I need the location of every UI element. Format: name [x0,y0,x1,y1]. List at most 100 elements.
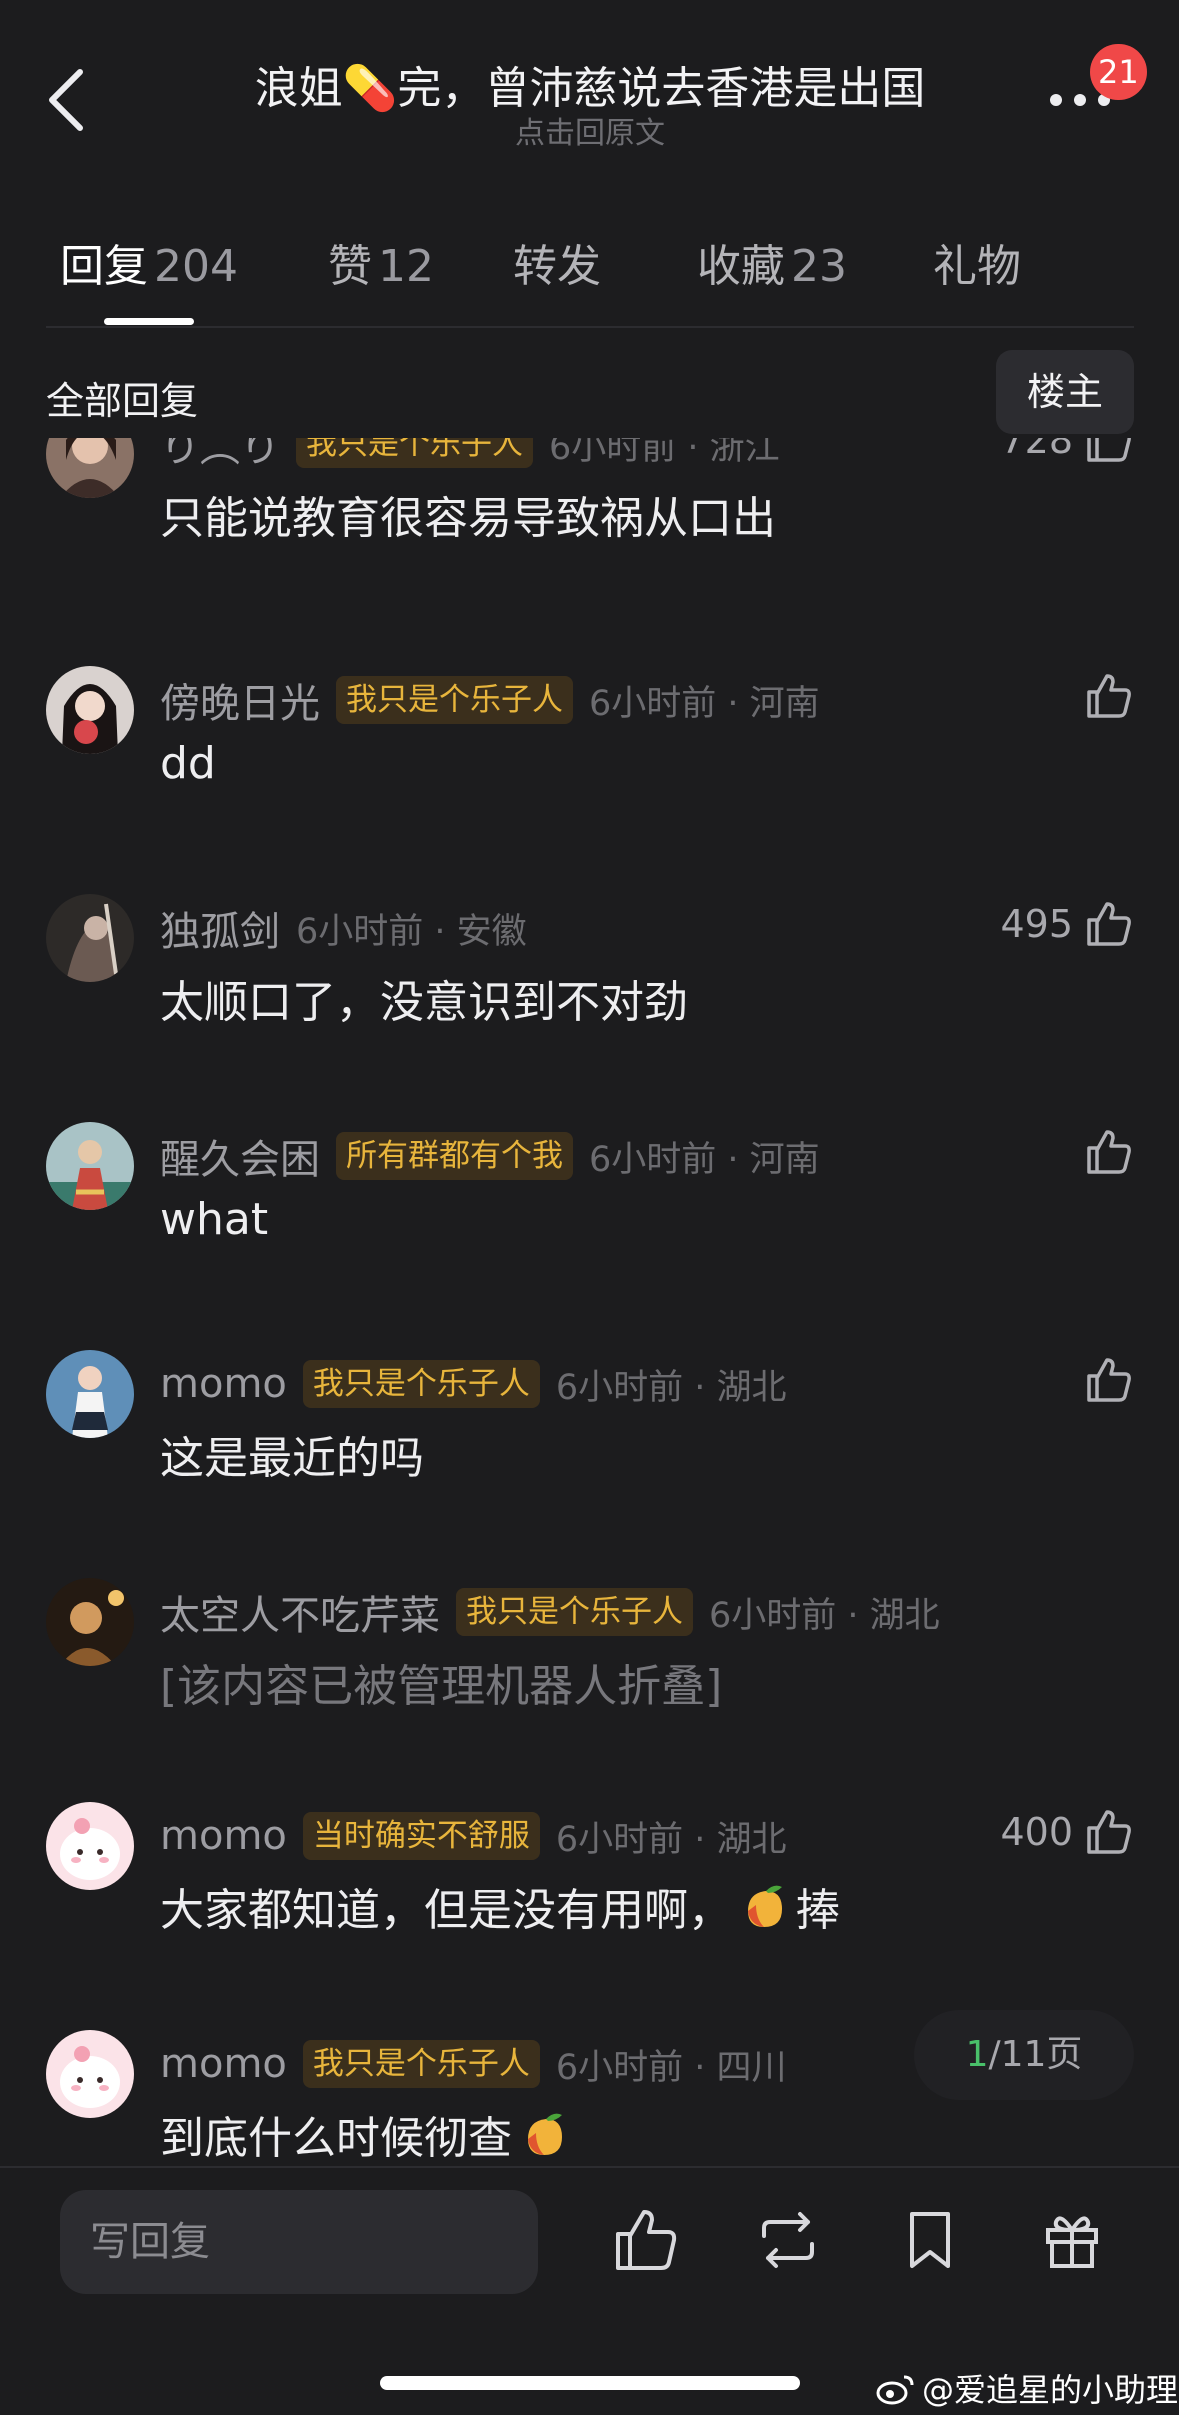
tab-bar: 回复 204 赞 12 转发 收藏 23 礼物 [0,222,1179,326]
thumbs-up-icon [1087,674,1131,718]
comment-item[interactable]: 独孤剑 6小时前 · 安徽 太顺口了，没意识到不对劲 495 [0,894,1179,1122]
thumbs-up-icon [1087,1358,1131,1402]
comment-meta: momo 当时确实不舒服 6小时前 · 湖北 [160,1808,787,1864]
thumbs-up-icon [1087,902,1131,946]
thumbs-up-icon [1087,1810,1131,1854]
comment-meta: 醒久会困 所有群都有个我 6小时前 · 河南 [160,1128,820,1184]
back-button[interactable] [40,60,100,140]
comment-text: what [160,1194,269,1245]
comment-time: 6小时前 · 湖北 [709,1595,940,1636]
mango-emoji-icon [528,2113,562,2155]
tab-replies[interactable]: 回复 204 [60,230,238,294]
thumbs-up-icon [1087,438,1131,462]
like-button[interactable] [1083,1350,1135,1410]
comment-item[interactable]: momo 当时确实不舒服 6小时前 · 湖北 大家都知道，但是没有用啊， 捧 40… [0,1802,1179,2030]
comment-list[interactable]: り︵り 我只是个乐子人 6小时前 · 浙江 只能说教育很容易导致祸从口出 728… [0,438,1179,2168]
top-nav-bar: 浪姐💊完，曾沛慈说去香港是出国 点击回原文 21 [0,0,1179,200]
repost-icon[interactable] [752,2204,824,2276]
comment-text: 太顺口了，没意识到不对劲 [160,977,688,1028]
comment-text-body: 到底什么时候彻查 [160,2113,512,2164]
user-badge: 我只是个乐子人 [302,2040,540,2088]
thumbs-up-icon[interactable] [610,2204,682,2276]
watermark: @爱追星的小助理 [876,2365,1178,2411]
folded-comment-notice[interactable]: [该内容已被管理机器人折叠] [160,1650,722,1714]
reply-input[interactable]: 写回复 [60,2190,538,2294]
active-tab-indicator [104,318,194,325]
tab-likes[interactable]: 赞 12 [328,230,434,294]
username[interactable]: momo [160,1813,287,1859]
user-badge: 当时确实不舒服 [302,1812,540,1860]
watermark-text: @爱追星的小助理 [922,2371,1179,2409]
comment-text: 到底什么时候彻查 [160,2102,576,2166]
avatar[interactable] [46,1802,134,1890]
comment-meta: momo 我只是个乐子人 6小时前 · 四川 [160,2036,787,2092]
tab-reposts[interactable]: 转发 [513,230,601,294]
like-button[interactable]: 400 [1000,1802,1135,1862]
username[interactable]: momo [160,2041,287,2087]
post-title[interactable]: 浪姐💊完，曾沛慈说去香港是出国 [150,52,1030,116]
avatar[interactable] [46,438,134,498]
back-to-original-link[interactable]: 点击回原文 [150,108,1030,152]
user-badge: 我只是个乐子人 [456,1588,693,1636]
avatar[interactable] [46,1578,134,1666]
like-count: 495 [1000,902,1073,946]
notification-badge: 21 [1090,44,1147,100]
comment-text-suffix: 捧 [796,1885,840,1936]
page-indicator[interactable]: 1/11页 [914,2010,1134,2100]
user-badge: 我只是个乐子人 [296,438,533,468]
comment-item[interactable]: り︵り 我只是个乐子人 6小时前 · 浙江 只能说教育很容易导致祸从口出 728 [0,438,1179,638]
total-pages: /11页 [988,2034,1083,2075]
username[interactable]: 独孤剑 [160,899,280,957]
comment-time: 6小时前 · 湖北 [555,1819,787,1860]
username[interactable]: 醒久会困 [160,1127,320,1185]
divider [0,2166,1179,2168]
like-button[interactable]: 728 [1000,438,1135,470]
comment-item[interactable]: momo 我只是个乐子人 6小时前 · 湖北 这是最近的吗 [0,1350,1179,1578]
more-dots-icon [1050,94,1110,106]
avatar[interactable] [46,1350,134,1438]
comment-time: 6小时前 · 四川 [555,2047,787,2088]
comment-item[interactable]: 醒久会困 所有群都有个我 6小时前 · 河南 what [0,1122,1179,1350]
username[interactable]: 太空人不吃芹菜 [160,1583,440,1641]
home-indicator [380,2376,800,2390]
comment-time: 6小时前 · 安徽 [296,911,527,952]
current-page: 1 [965,2034,989,2075]
comment-meta: 傍晚日光 我只是个乐子人 6小时前 · 河南 [160,672,820,728]
comment-text: 这是最近的吗 [160,1433,424,1484]
weibo-logo-icon [876,2375,914,2405]
comment-text: dd [160,738,216,789]
avatar[interactable] [46,2030,134,2118]
tab-gifts[interactable]: 礼物 [933,230,1021,294]
thumbs-up-icon [1087,1130,1131,1174]
username[interactable]: 傍晚日光 [160,671,320,729]
comment-time: 6小时前 · 河南 [589,1139,820,1180]
username[interactable]: momo [160,1361,287,1407]
comment-item[interactable]: 傍晚日光 我只是个乐子人 6小时前 · 河南 dd [0,666,1179,894]
bookmark-icon[interactable] [894,2204,966,2276]
like-button[interactable] [1083,666,1135,726]
comment-time: 6小时前 · 河南 [589,683,820,724]
comment-text: 只能说教育很容易导致祸从口出 [160,493,776,544]
owner-filter-button[interactable]: 楼主 [996,350,1134,434]
avatar[interactable] [46,894,134,982]
comment-meta: 太空人不吃芹菜 我只是个乐子人 6小时前 · 湖北 [160,1584,940,1640]
section-title: 全部回复 [46,379,199,423]
comment-meta: り︵り 我只是个乐子人 6小时前 · 浙江 [160,438,780,472]
comment-item[interactable]: 太空人不吃芹菜 我只是个乐子人 6小时前 · 湖北 [该内容已被管理机器人折叠] [0,1578,1179,1806]
mango-emoji-icon [748,1885,782,1927]
avatar[interactable] [46,666,134,754]
gift-icon[interactable] [1036,2204,1108,2276]
user-badge: 所有群都有个我 [336,1132,573,1180]
like-count: 728 [1000,438,1073,462]
comment-time: 6小时前 · 湖北 [555,1367,787,1408]
comment-text: 大家都知道，但是没有用啊， 捧 [160,1874,840,1938]
user-badge: 我只是个乐子人 [302,1360,540,1408]
avatar[interactable] [46,1122,134,1210]
like-button[interactable]: 495 [1000,894,1135,954]
like-button[interactable] [1083,1122,1135,1182]
chevron-left-icon [49,69,83,131]
user-badge: 我只是个乐子人 [336,676,573,724]
tab-favorites[interactable]: 收藏 23 [697,230,847,294]
comment-text-body: 大家都知道，但是没有用啊， [160,1885,732,1936]
username[interactable]: り︵り [160,438,280,473]
